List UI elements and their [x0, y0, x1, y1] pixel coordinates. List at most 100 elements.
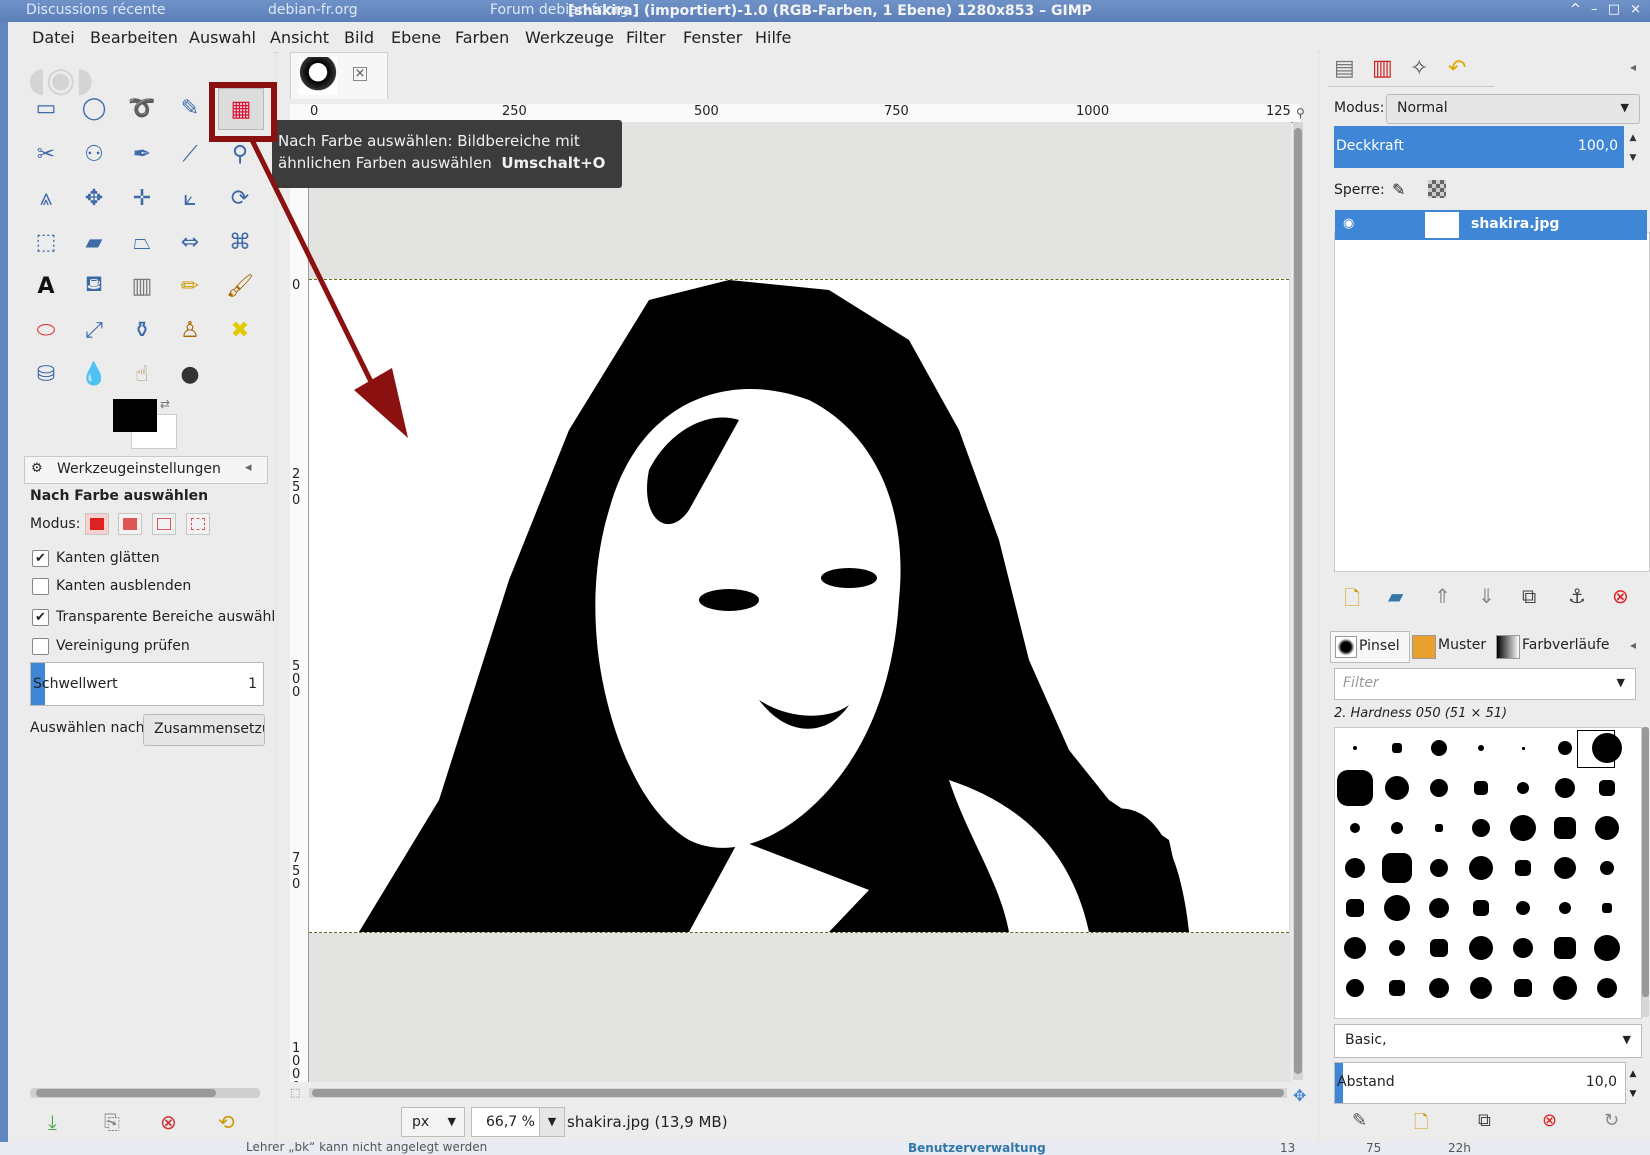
brush-grid-scrollbar[interactable] — [1642, 727, 1649, 1017]
brush-thumbnail[interactable] — [1346, 979, 1364, 997]
brush-thumbnail[interactable] — [1553, 976, 1577, 1000]
brush-grid[interactable] — [1334, 727, 1642, 1019]
brush-thumbnail[interactable] — [1514, 979, 1532, 997]
layers-list[interactable] — [1334, 232, 1650, 572]
brush-thumbnail[interactable] — [1554, 817, 1576, 839]
layer-mode-select[interactable]: Normal ▼ — [1386, 94, 1640, 124]
layer-name: shakira.jpg — [1471, 216, 1560, 232]
brush-thumbnail[interactable] — [1435, 824, 1443, 832]
brush-thumbnail[interactable] — [1555, 778, 1575, 798]
dock-menu-icon[interactable]: ◂ — [1630, 60, 1636, 74]
brush-thumbnail[interactable] — [1429, 978, 1449, 998]
layer-mode-label: Modus: — [1334, 100, 1385, 116]
brush-thumbnail[interactable] — [1473, 900, 1489, 916]
duplicate-layer-icon[interactable]: ⧉ — [1522, 584, 1536, 608]
brush-thumbnail[interactable] — [1510, 815, 1536, 841]
taskbar-text-1[interactable]: Lehrer „bk“ kann nicht angelegt werden — [246, 1142, 487, 1154]
brushes-tab[interactable]: Pinsel — [1330, 631, 1410, 663]
brush-thumbnail[interactable] — [1346, 899, 1364, 917]
opacity-slider[interactable]: Deckkraft 100,0 — [1334, 126, 1624, 168]
brush-thumbnail[interactable] — [1558, 741, 1572, 755]
paths-tab-icon[interactable]: ✧ — [1410, 56, 1428, 81]
brush-thumbnail[interactable] — [1469, 936, 1493, 960]
brush-thumbnail[interactable] — [1429, 898, 1449, 918]
brush-thumbnail[interactable] — [1595, 816, 1619, 840]
layers-tab-icon[interactable]: ▤ — [1334, 56, 1355, 81]
brush-thumbnail[interactable] — [1389, 980, 1405, 996]
layer-thumbnail-icon — [1425, 212, 1459, 238]
spacing-spinner[interactable]: ▲ ▼ — [1626, 1064, 1640, 1104]
brush-thumbnail[interactable] — [1392, 743, 1402, 753]
chevron-down-icon: ▼ — [1616, 676, 1625, 689]
brush-thumbnail[interactable] — [1597, 978, 1617, 998]
spacing-slider[interactable]: Abstand 10,0 — [1334, 1062, 1626, 1104]
brush-thumbnail[interactable] — [1430, 939, 1448, 957]
refresh-brushes-icon[interactable]: ↻ — [1604, 1110, 1619, 1131]
brush-thumbnail[interactable] — [1337, 770, 1373, 806]
brush-thumbnail[interactable] — [1515, 860, 1531, 876]
brush-thumbnail[interactable] — [1472, 819, 1490, 837]
brush-thumbnail[interactable] — [1470, 977, 1492, 999]
brush-thumbnail[interactable] — [1469, 856, 1493, 880]
new-brush-icon[interactable]: 🗋 — [1414, 1110, 1428, 1140]
taskbar-num-1: 13 — [1280, 1142, 1296, 1155]
chevron-down-icon: ▼ — [1620, 101, 1629, 114]
lower-layer-icon[interactable]: ⇓ — [1478, 584, 1495, 608]
brush-thumbnail[interactable] — [1513, 938, 1533, 958]
brush-thumbnail[interactable] — [1350, 823, 1360, 833]
brush-thumbnail[interactable] — [1517, 782, 1529, 794]
brush-thumbnail[interactable] — [1600, 861, 1614, 875]
lock-label: Sperre: — [1334, 182, 1385, 198]
lock-alpha-icon[interactable] — [1428, 180, 1446, 198]
edit-brush-icon[interactable]: ✎ — [1352, 1110, 1367, 1131]
brush-thumbnail[interactable] — [1559, 902, 1571, 914]
brush-thumbnail[interactable] — [1430, 779, 1448, 797]
brush-thumbnail[interactable] — [1599, 780, 1615, 796]
brush-thumbnail[interactable] — [1592, 733, 1622, 763]
brushes-menu-icon[interactable]: ◂ — [1630, 638, 1636, 652]
brushes-tab-label: Pinsel — [1359, 638, 1400, 654]
brush-thumbnail[interactable] — [1521, 746, 1525, 750]
brush-preset-select[interactable]: Basic, ▼ — [1334, 1024, 1642, 1058]
dock-tabs: ▤ ▥ ✧ ↶ — [1328, 52, 1494, 87]
delete-layer-icon[interactable]: ⊗ — [1612, 584, 1629, 608]
taskbar-num-2: 75 — [1366, 1142, 1382, 1155]
layer-row[interactable]: ◉ shakira.jpg — [1335, 210, 1647, 240]
brush-thumbnail[interactable] — [1478, 745, 1484, 751]
patterns-tab-label: Muster — [1438, 637, 1487, 653]
raise-layer-icon[interactable]: ⇑ — [1434, 584, 1451, 608]
brush-thumbnail[interactable] — [1594, 935, 1620, 961]
gradients-tab[interactable]: Farbverläufe — [1494, 631, 1614, 661]
brush-thumbnail[interactable] — [1382, 853, 1412, 883]
delete-brush-icon[interactable]: ⊗ — [1542, 1110, 1557, 1131]
brush-thumbnail[interactable] — [1431, 740, 1447, 756]
patterns-tab[interactable]: Muster — [1410, 631, 1494, 661]
brush-thumbnail[interactable] — [1391, 822, 1403, 834]
brush-filter-input[interactable]: Filter ▼ — [1334, 668, 1636, 700]
brush-thumbnail[interactable] — [1389, 940, 1405, 956]
brush-thumbnail[interactable] — [1345, 858, 1365, 878]
brush-thumbnail[interactable] — [1384, 895, 1410, 921]
brush-tab-icon — [1335, 636, 1357, 658]
brush-thumbnail[interactable] — [1344, 937, 1366, 959]
brush-thumbnail[interactable] — [1385, 776, 1409, 800]
undo-history-tab-icon[interactable]: ↶ — [1448, 56, 1466, 81]
lock-pixels-icon[interactable]: ✎ — [1392, 180, 1405, 199]
brush-thumbnail[interactable] — [1430, 859, 1448, 877]
anchor-layer-icon[interactable]: ⚓ — [1568, 584, 1586, 608]
spacing-value: 10,0 — [1585, 1074, 1617, 1090]
brush-thumbnail[interactable] — [1554, 937, 1576, 959]
duplicate-brush-icon[interactable]: ⧉ — [1478, 1110, 1491, 1131]
opacity-value: 100,0 — [1577, 138, 1618, 154]
brush-thumbnail[interactable] — [1353, 746, 1357, 750]
brush-thumbnail[interactable] — [1474, 781, 1488, 795]
brush-thumbnail[interactable] — [1516, 901, 1530, 915]
brush-thumbnail[interactable] — [1554, 857, 1576, 879]
taskbar-text-2[interactable]: Benutzerverwaltung — [908, 1142, 1046, 1155]
new-layer-icon[interactable]: 🗋 — [1344, 584, 1360, 618]
opacity-spinner[interactable]: ▲ ▼ — [1626, 128, 1640, 168]
channels-tab-icon[interactable]: ▥ — [1372, 56, 1393, 81]
brush-thumbnail[interactable] — [1602, 903, 1612, 913]
visibility-eye-icon[interactable]: ◉ — [1343, 216, 1354, 231]
new-layer-group-icon[interactable]: ▰ — [1388, 584, 1403, 608]
